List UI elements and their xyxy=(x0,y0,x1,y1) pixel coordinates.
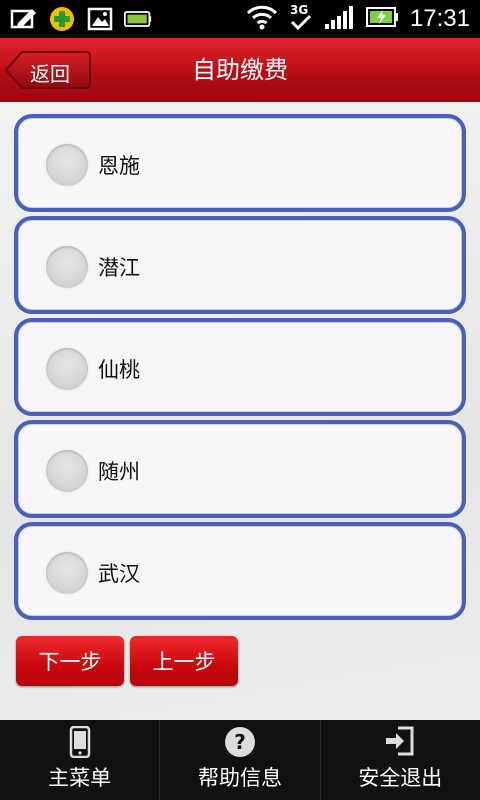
radio-button[interactable] xyxy=(46,246,88,288)
svg-text:?: ? xyxy=(234,730,246,754)
battery-status-icon xyxy=(124,6,152,32)
nav-main-menu[interactable]: 主菜单 xyxy=(0,720,159,800)
option-label: 仙桃 xyxy=(98,358,140,382)
logout-icon xyxy=(384,726,416,760)
signal-strength-icon xyxy=(324,4,356,34)
nav-label: 主菜单 xyxy=(48,766,112,790)
next-step-button[interactable]: 下一步 xyxy=(16,636,124,686)
option-label: 恩施 xyxy=(98,154,140,178)
radio-button[interactable] xyxy=(46,552,88,594)
help-icon: ? xyxy=(224,726,256,762)
content-area: 恩施 潜江 仙桃 随州 武汉 下一步 上一步 xyxy=(0,102,480,720)
radio-button[interactable] xyxy=(46,450,88,492)
previous-step-button[interactable]: 上一步 xyxy=(130,636,238,686)
option-item[interactable]: 仙桃 xyxy=(14,318,466,416)
plus-app-icon xyxy=(48,6,76,32)
notification-icons xyxy=(10,6,152,32)
city-option-list: 恩施 潜江 仙桃 随州 武汉 xyxy=(14,114,466,624)
option-item[interactable]: 恩施 xyxy=(14,114,466,212)
option-item[interactable]: 随州 xyxy=(14,420,466,518)
option-label: 随州 xyxy=(98,460,140,484)
svg-text:3G: 3G xyxy=(290,3,308,17)
edit-notification-icon xyxy=(10,6,38,32)
nav-label: 安全退出 xyxy=(358,766,443,790)
back-button-label: 返回 xyxy=(30,62,70,86)
option-label: 潜江 xyxy=(98,256,140,280)
option-item[interactable]: 潜江 xyxy=(14,216,466,314)
status-bar: 3G 17:31 xyxy=(0,0,480,38)
title-bar: 自助缴费 返回 xyxy=(0,38,480,102)
option-label: 武汉 xyxy=(98,562,140,586)
action-buttons: 下一步 上一步 xyxy=(16,636,238,686)
radio-button[interactable] xyxy=(46,348,88,390)
nav-label: 帮助信息 xyxy=(197,766,282,790)
option-item[interactable]: 武汉 xyxy=(14,522,466,620)
battery-charging-icon xyxy=(365,6,400,32)
nav-logout[interactable]: 安全退出 xyxy=(319,720,480,800)
nav-help[interactable]: ? 帮助信息 xyxy=(159,720,319,800)
network-3g-icon: 3G xyxy=(288,2,314,36)
bottom-nav: 主菜单 ? 帮助信息 安全退出 xyxy=(0,720,480,800)
system-icons: 3G 17:31 xyxy=(246,0,470,38)
back-button[interactable]: 返回 xyxy=(4,50,91,90)
image-notification-icon xyxy=(86,6,114,32)
radio-button[interactable] xyxy=(46,144,88,186)
phone-icon xyxy=(69,725,91,762)
clock-time: 17:31 xyxy=(409,5,470,32)
wifi-icon xyxy=(246,4,278,34)
